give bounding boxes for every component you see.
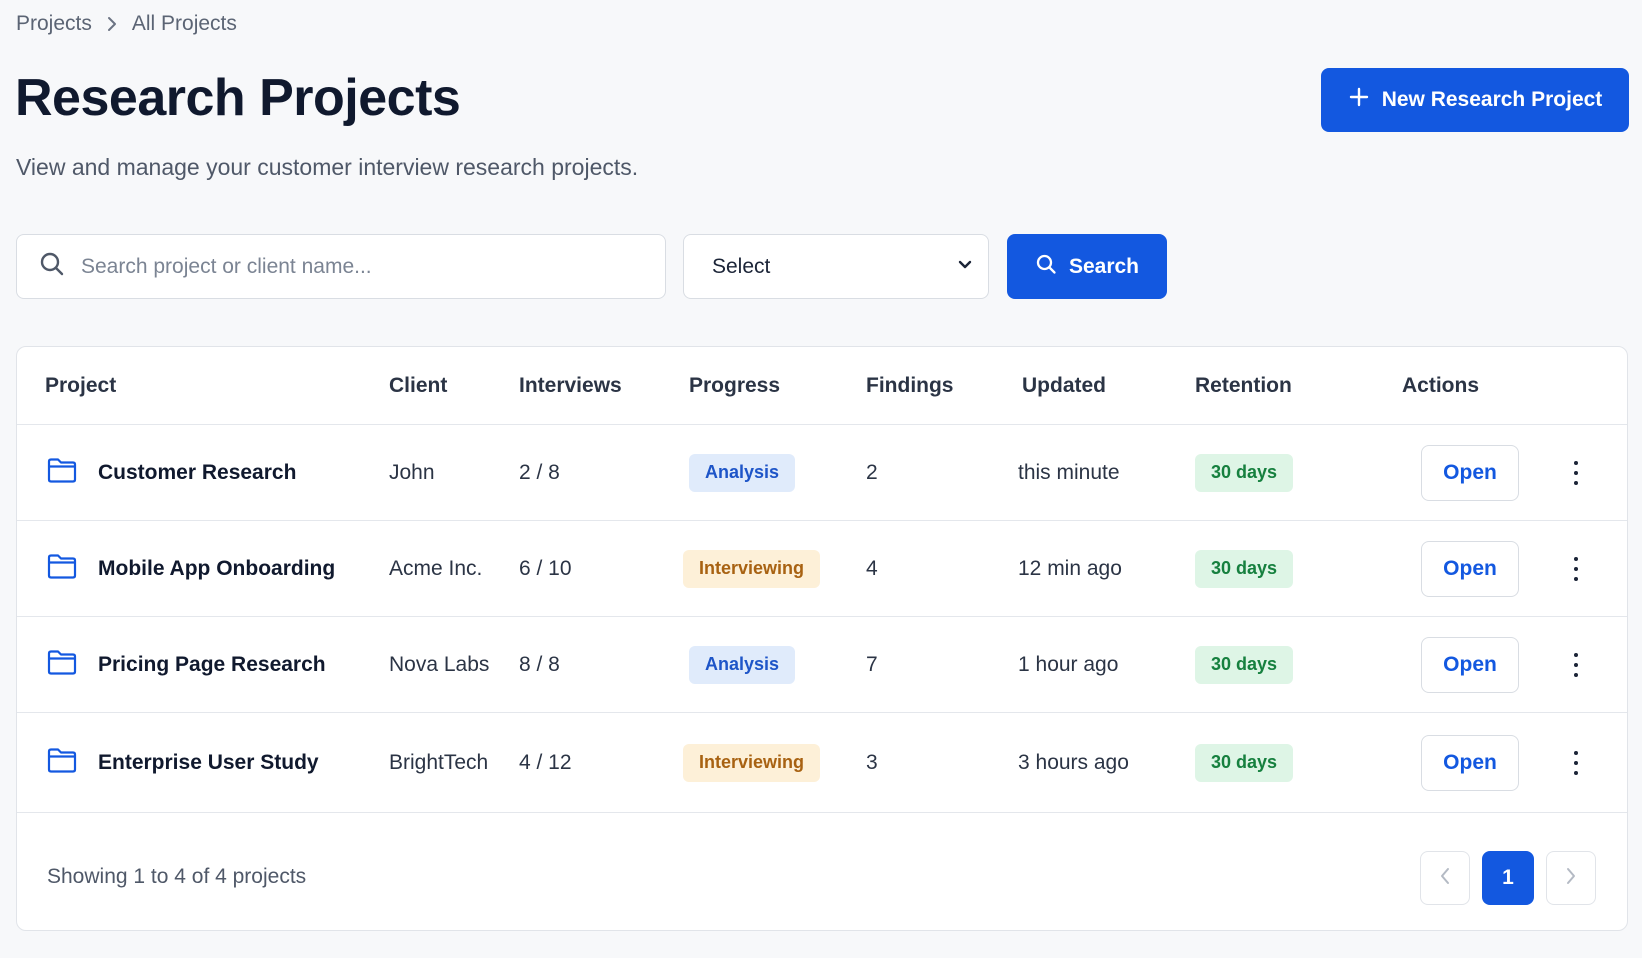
- project-name[interactable]: Mobile App Onboarding: [98, 557, 335, 581]
- retention-badge: 30 days: [1195, 453, 1294, 492]
- progress-badge: Analysis: [689, 645, 796, 684]
- progress-badge: Interviewing: [683, 743, 821, 782]
- column-header-project: Project: [45, 374, 117, 397]
- retention-badge: 30 days: [1195, 549, 1294, 588]
- prev-page-button[interactable]: [1420, 851, 1470, 905]
- page-title: Research Projects: [15, 69, 461, 127]
- chevron-right-icon: [106, 15, 118, 33]
- breadcrumb-item-all-projects[interactable]: All Projects: [132, 12, 237, 36]
- retention-badge: 30 days: [1195, 645, 1294, 684]
- updated-time: this minute: [1018, 460, 1120, 484]
- folder-icon: [47, 649, 77, 680]
- table-row[interactable]: Pricing Page Research Nova Labs 8 / 8 An…: [17, 617, 1627, 713]
- folder-icon: [47, 553, 77, 584]
- table-row[interactable]: Mobile App Onboarding Acme Inc. 6 / 10 I…: [17, 521, 1627, 617]
- folder-icon: [47, 747, 77, 778]
- page: Projects All Projects Research Projects …: [0, 0, 1642, 958]
- table-row[interactable]: Enterprise User Study BrightTech 4 / 12 …: [17, 713, 1627, 813]
- open-button[interactable]: Open: [1421, 444, 1519, 501]
- table-row[interactable]: Customer Research John 2 / 8 Analysis 2 …: [17, 425, 1627, 521]
- pagination-summary: Showing 1 to 4 of 4 projects: [47, 865, 307, 888]
- interviews-count: 8 / 8: [519, 652, 560, 676]
- search-input[interactable]: [81, 254, 641, 279]
- more-vertical-icon[interactable]: [1565, 457, 1587, 489]
- column-header-client: Client: [389, 374, 448, 397]
- open-button[interactable]: Open: [1421, 540, 1519, 597]
- progress-badge: Analysis: [689, 453, 796, 492]
- open-button[interactable]: Open: [1421, 636, 1519, 693]
- table-header: Project Client Interviews Progress Findi…: [17, 347, 1627, 425]
- more-vertical-icon[interactable]: [1565, 553, 1587, 585]
- page-subtitle: View and manage your customer interview …: [16, 154, 639, 180]
- client-name: John: [389, 460, 435, 484]
- filter-select[interactable]: Select: [683, 234, 989, 299]
- projects-table: Project Client Interviews Progress Findi…: [16, 346, 1628, 931]
- more-vertical-icon[interactable]: [1565, 649, 1587, 681]
- column-header-progress: Progress: [689, 374, 781, 397]
- client-name: BrightTech: [389, 750, 489, 774]
- search-button-label: Search: [1068, 254, 1140, 278]
- filter-select-value: Select: [712, 254, 771, 278]
- new-research-project-button[interactable]: New Research Project: [1321, 68, 1629, 132]
- column-header-retention: Retention: [1195, 374, 1292, 397]
- project-name[interactable]: Pricing Page Research: [98, 653, 326, 677]
- chevron-left-icon: [1438, 866, 1452, 891]
- folder-icon: [47, 457, 77, 488]
- retention-badge: 30 days: [1195, 743, 1294, 782]
- findings-count: 7: [866, 652, 878, 676]
- search-button[interactable]: Search: [1007, 234, 1167, 299]
- interviews-count: 6 / 10: [519, 556, 572, 580]
- interviews-count: 2 / 8: [519, 460, 560, 484]
- findings-count: 2: [866, 460, 878, 484]
- breadcrumb: Projects All Projects: [16, 12, 237, 36]
- client-name: Nova Labs: [389, 652, 490, 676]
- page-button-current[interactable]: 1: [1482, 851, 1534, 905]
- client-name: Acme Inc.: [389, 556, 483, 580]
- findings-count: 4: [866, 556, 878, 580]
- column-header-interviews: Interviews: [519, 374, 622, 397]
- next-page-button[interactable]: [1546, 851, 1596, 905]
- search-field: [16, 234, 666, 299]
- breadcrumb-item-projects[interactable]: Projects: [16, 12, 92, 36]
- project-name[interactable]: Customer Research: [98, 461, 296, 485]
- search-icon: [1035, 253, 1057, 281]
- project-name[interactable]: Enterprise User Study: [98, 751, 319, 775]
- column-header-actions: Actions: [1402, 374, 1480, 397]
- findings-count: 3: [866, 750, 878, 774]
- interviews-count: 4 / 12: [519, 750, 572, 774]
- new-research-project-label: New Research Project: [1381, 88, 1603, 111]
- updated-time: 1 hour ago: [1018, 652, 1119, 676]
- chevron-down-icon: [956, 255, 974, 279]
- updated-time: 3 hours ago: [1018, 750, 1129, 774]
- search-icon: [39, 251, 65, 282]
- plus-icon: [1348, 86, 1370, 114]
- open-button[interactable]: Open: [1421, 734, 1519, 791]
- more-vertical-icon[interactable]: [1565, 747, 1587, 779]
- progress-badge: Interviewing: [683, 549, 821, 588]
- updated-time: 12 min ago: [1018, 556, 1122, 580]
- chevron-right-icon: [1564, 866, 1578, 891]
- column-header-updated: Updated: [1022, 374, 1106, 397]
- column-header-findings: Findings: [866, 374, 954, 397]
